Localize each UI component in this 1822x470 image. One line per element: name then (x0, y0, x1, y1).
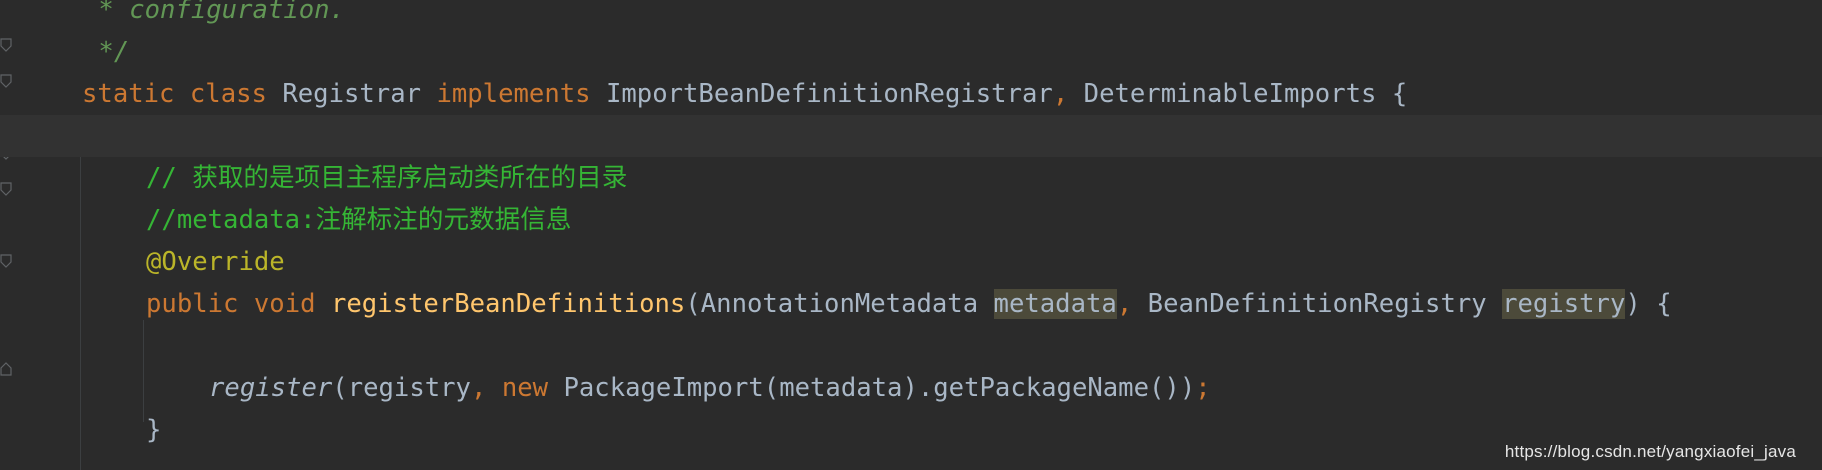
param-type: AnnotationMetadata (700, 289, 979, 319)
close-paren-brace: ) { (1625, 289, 1672, 319)
semicolon: ; (1195, 373, 1211, 403)
doc-comment: * configuration. (83, 0, 345, 25)
keyword-new: new (501, 373, 549, 403)
code-line-8: public void registerBeanDefinitions(Anno… (0, 283, 1822, 325)
close-brace: } (146, 415, 162, 445)
code-line-10: register(registry, new PackageImport(met… (0, 367, 1822, 409)
constructor-call: PackageImport(metadata).getPackageName()… (563, 373, 1196, 403)
method-name: registerBeanDefinitions (330, 289, 686, 319)
comma: , (1052, 79, 1069, 109)
keyword-implements: implements (436, 79, 591, 109)
open-paren: ( (685, 289, 701, 319)
code-line-2: */ (0, 31, 1822, 73)
args: (registry (332, 373, 471, 403)
keyword-void: void (253, 289, 316, 319)
static-call: register (209, 373, 333, 403)
annotation: @Override (146, 247, 285, 277)
code-line-4-current[interactable] (0, 115, 1822, 157)
open-brace: { (1391, 79, 1408, 109)
line-comment: //metadata:注解标注的元数据信息 (146, 205, 572, 235)
class-name: Registrar (282, 79, 422, 109)
code-line-6: //metadata:注解标注的元数据信息 (0, 199, 1822, 241)
code-editor[interactable]: * configuration. */ static class Registr… (0, 0, 1822, 470)
code-line-3: static class Registrar implements Import… (0, 73, 1822, 115)
code-line-7: @Override (0, 241, 1822, 283)
doc-comment-end: */ (83, 37, 130, 67)
comma: , (1116, 289, 1133, 319)
keyword-static: static (82, 79, 175, 109)
line-comment: // 获取的是项目主程序启动类所在的目录 (146, 163, 628, 193)
code-line-1: * configuration. (0, 0, 1822, 31)
interface-name: DeterminableImports (1083, 79, 1377, 109)
watermark: https://blog.csdn.net/yangxiaofei_java (1504, 442, 1796, 461)
param-registry: registry (1502, 289, 1626, 319)
interface-name: ImportBeanDefinitionRegistrar (605, 79, 1053, 109)
param-type: BeanDefinitionRegistry (1147, 289, 1487, 319)
comma: , (470, 373, 487, 403)
keyword-class: class (189, 79, 267, 109)
keyword-public: public (146, 289, 239, 319)
param-metadata: metadata (993, 289, 1117, 319)
code-line-5: // 获取的是项目主程序启动类所在的目录 (0, 157, 1822, 199)
